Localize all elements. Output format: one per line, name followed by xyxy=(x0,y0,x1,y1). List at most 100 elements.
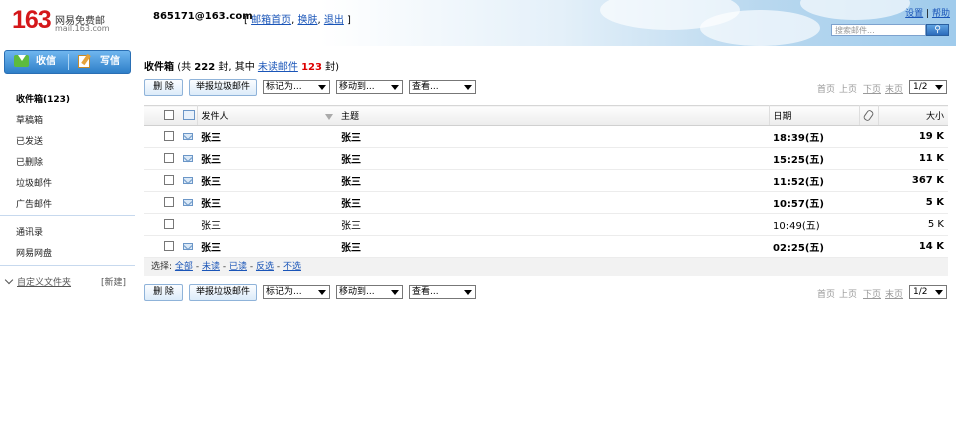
page-value: 1/2 xyxy=(913,287,928,297)
mark-as-select[interactable]: 标记为... xyxy=(263,80,330,94)
dropdown-arrow-icon xyxy=(318,85,326,90)
table-row[interactable]: 张三 张三 18:39(五) 19 K xyxy=(144,125,948,148)
row-subject[interactable]: 张三 xyxy=(337,213,769,236)
new-folder-link[interactable]: [新建] xyxy=(101,275,126,288)
write-button[interactable]: 写信 xyxy=(69,51,131,73)
row-attachment xyxy=(859,213,878,236)
sidebar-item-contacts[interactable]: 通讯录 xyxy=(16,225,43,238)
view-select[interactable]: 查看... xyxy=(409,285,476,299)
row-subject[interactable]: 张三 xyxy=(337,235,769,258)
unread-mail-link[interactable]: 未读邮件 xyxy=(258,62,298,73)
sidebar-item-ads[interactable]: 广告邮件 xyxy=(16,197,52,210)
row-sender[interactable]: 张三 xyxy=(197,213,337,236)
select-none-link[interactable]: 不选 xyxy=(283,262,301,272)
table-row[interactable]: 张三 张三 11:52(五) 367 K xyxy=(144,169,948,192)
row-spacer xyxy=(144,147,158,170)
page-select[interactable]: 1/2 xyxy=(909,285,947,299)
column-attachment[interactable] xyxy=(859,105,879,126)
mark-as-select[interactable]: 标记为... xyxy=(263,285,330,299)
sidebar-item-deleted[interactable]: 已删除 xyxy=(16,155,43,168)
invert-selection-link[interactable]: 反选 xyxy=(256,262,274,272)
folder-title: 收件箱 xyxy=(144,62,174,73)
settings-link[interactable]: 设置 xyxy=(905,9,923,19)
sidebar-divider xyxy=(0,265,135,266)
row-status-cell xyxy=(179,213,197,236)
row-sender[interactable]: 张三 xyxy=(197,125,337,148)
pager-last-link[interactable]: 末页 xyxy=(885,287,903,300)
row-checkbox-cell[interactable] xyxy=(158,213,179,236)
row-sender[interactable]: 张三 xyxy=(197,169,337,192)
row-sender[interactable]: 张三 xyxy=(197,235,337,258)
dropdown-arrow-icon xyxy=(464,290,472,295)
view-select[interactable]: 查看... xyxy=(409,80,476,94)
column-subject-cell[interactable]: 主题 xyxy=(325,105,770,126)
select-read-link[interactable]: 已读 xyxy=(229,262,247,272)
total-count: 222 xyxy=(194,62,216,73)
table-row[interactable]: 张三 张三 15:25(五) 11 K xyxy=(144,147,948,170)
sidebar-item-inbox[interactable]: 收件箱(123) xyxy=(16,92,70,105)
row-checkbox-cell[interactable] xyxy=(158,235,179,258)
row-subject[interactable]: 张三 xyxy=(337,147,769,170)
message-table: 发件人 主题 日期 大小 张三 张三 18:39(五) 19 K 张三 张三 15:25(五… xyxy=(144,105,948,258)
summary-suffix: 封) xyxy=(325,62,340,73)
column-subject: 主题 xyxy=(341,112,360,122)
report-spam-button[interactable]: 举报垃圾邮件 xyxy=(189,284,257,301)
row-subject[interactable]: 张三 xyxy=(337,169,769,192)
custom-folders-toggle[interactable]: 自定义文件夹 xyxy=(4,275,71,288)
sidebar-item-netdisk[interactable]: 网易网盘 xyxy=(16,246,52,259)
page-value: 1/2 xyxy=(913,82,928,92)
row-checkbox[interactable] xyxy=(163,175,174,185)
column-sender[interactable]: 发件人 xyxy=(197,105,337,126)
table-row[interactable]: 张三 张三 02:25(五) 14 K xyxy=(144,235,948,258)
select-unread-link[interactable]: 未读 xyxy=(202,262,220,272)
delete-button[interactable]: 删 除 xyxy=(144,79,183,96)
row-checkbox-cell[interactable] xyxy=(158,125,179,148)
switch-skin-link[interactable]: 换肤 xyxy=(297,15,317,26)
row-size: 5 K xyxy=(878,213,948,236)
row-subject[interactable]: 张三 xyxy=(337,191,769,214)
move-to-select[interactable]: 移动到... xyxy=(336,80,403,94)
row-checkbox[interactable] xyxy=(163,219,174,229)
receive-button[interactable]: 收信 xyxy=(5,51,67,73)
table-row[interactable]: 张三 张三 10:49(五) 5 K xyxy=(144,213,948,236)
row-checkbox-cell[interactable] xyxy=(158,169,179,192)
row-checkbox[interactable] xyxy=(163,241,174,251)
pager-next-link[interactable]: 下页 xyxy=(863,287,881,300)
row-sender[interactable]: 张三 xyxy=(197,147,337,170)
search-input[interactable]: 搜索邮件... xyxy=(831,24,926,36)
pager-next-link[interactable]: 下页 xyxy=(863,82,881,95)
logo-number[interactable]: 163 xyxy=(12,6,52,35)
unread-envelope-icon xyxy=(183,198,193,206)
select-all-checkbox-cell[interactable] xyxy=(158,105,179,126)
row-checkbox-cell[interactable] xyxy=(158,147,179,170)
move-to-select[interactable]: 移动到... xyxy=(336,285,403,299)
sidebar-item-spam[interactable]: 垃圾邮件 xyxy=(16,176,52,189)
row-attachment xyxy=(859,147,878,170)
table-row[interactable]: 张三 张三 10:57(五) 5 K xyxy=(144,191,948,214)
delete-button[interactable]: 删 除 xyxy=(144,284,183,301)
pager-last-link[interactable]: 末页 xyxy=(885,82,903,95)
column-date[interactable]: 日期 xyxy=(769,105,860,126)
filter-icon[interactable] xyxy=(325,113,333,120)
search-button[interactable]: ⚲ xyxy=(926,24,949,36)
help-link[interactable]: 帮助 xyxy=(932,9,950,19)
row-subject[interactable]: 张三 xyxy=(337,125,769,148)
row-checkbox[interactable] xyxy=(163,197,174,207)
row-checkbox[interactable] xyxy=(163,131,174,141)
row-sender[interactable]: 张三 xyxy=(197,191,337,214)
mail-status-icon xyxy=(183,110,195,121)
column-size[interactable]: 大小 xyxy=(878,105,948,126)
select-all-checkbox[interactable] xyxy=(163,110,174,121)
row-date: 02:25(五) xyxy=(769,235,859,258)
row-checkbox-cell[interactable] xyxy=(158,191,179,214)
cloud-decoration xyxy=(700,10,820,46)
sidebar-item-drafts[interactable]: 草稿箱 xyxy=(16,113,43,126)
mailbox-home-link[interactable]: 邮箱首页 xyxy=(251,15,291,26)
page-select[interactable]: 1/2 xyxy=(909,80,947,94)
dropdown-arrow-icon xyxy=(391,290,399,295)
report-spam-button[interactable]: 举报垃圾邮件 xyxy=(189,79,257,96)
sidebar-item-sent[interactable]: 已发送 xyxy=(16,134,43,147)
row-checkbox[interactable] xyxy=(163,153,174,163)
select-all-link[interactable]: 全部 xyxy=(175,262,193,272)
logout-link[interactable]: 退出 xyxy=(324,15,344,26)
